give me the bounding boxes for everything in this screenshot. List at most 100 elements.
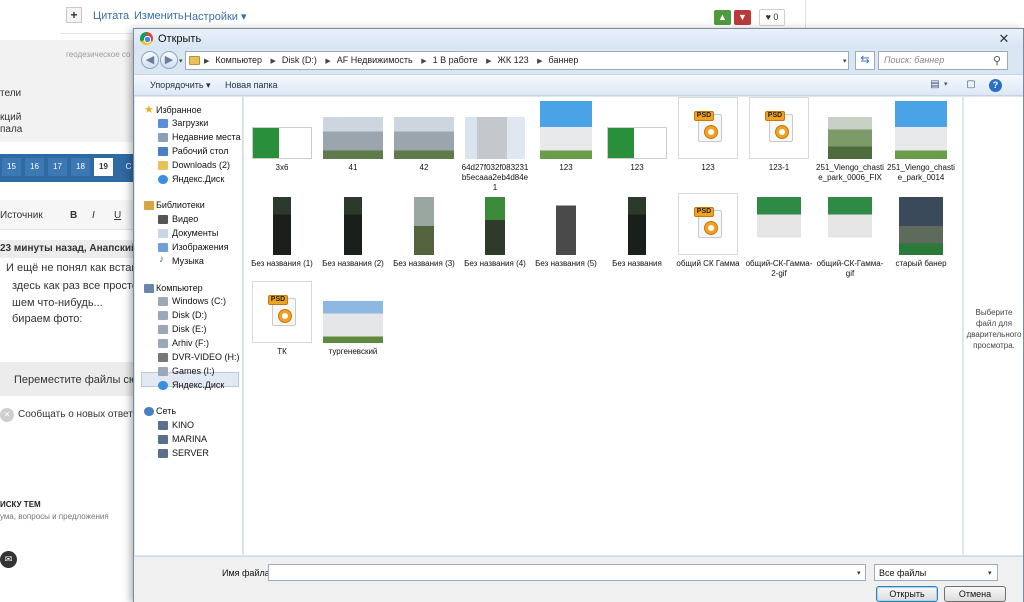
file-thumbnail	[556, 197, 576, 255]
help-icon[interactable]: ?	[989, 79, 1002, 92]
nav-network-header[interactable]: Сеть	[156, 406, 176, 416]
file-item[interactable]: PSD 123	[674, 97, 742, 187]
filename-input[interactable]: ▾	[268, 564, 866, 581]
preview-pane-icon[interactable]: ▢	[964, 79, 978, 91]
nav-favorites-header[interactable]: Избранное	[156, 105, 202, 115]
bold-button[interactable]: B	[70, 210, 77, 221]
edit-link[interactable]: Изменить	[134, 10, 184, 22]
nav-item-desktop[interactable]: Рабочий стол	[172, 146, 229, 156]
drive-icon	[158, 325, 168, 334]
source-button[interactable]: Источник	[0, 210, 43, 221]
file-item[interactable]: PSD 123-1	[745, 97, 813, 187]
file-item[interactable]: 123	[532, 97, 600, 187]
file-name: 64d27f032f083231b5ecaaa2eb4d84e1	[461, 163, 529, 192]
address-bar[interactable]: ▶ Компьютер ▶ Disk (D:) ▶ AF Недвижимость ▶…	[185, 51, 849, 70]
divider	[805, 0, 806, 30]
view-dropdown-icon[interactable]: ▾	[944, 80, 948, 88]
libraries-icon	[144, 201, 154, 210]
post-line: бираем фото:	[12, 313, 83, 325]
file-item[interactable]: общий-СК-Гамма-gif	[816, 193, 884, 283]
upvote-button[interactable]: ▲	[714, 10, 731, 25]
recent-places-icon	[158, 133, 168, 142]
refresh-icon[interactable]: ⇆	[855, 51, 875, 70]
filetype-select[interactable]: Все файлы ▾	[874, 564, 998, 581]
cancel-button[interactable]: Отмена	[944, 586, 1006, 602]
downvote-button[interactable]: ▼	[734, 10, 751, 25]
nav-item-downloads[interactable]: Загрузки	[172, 118, 208, 128]
file-item[interactable]: старый банер	[887, 193, 955, 283]
nav-item-yandex-disk[interactable]: Яндекс.Диск	[172, 174, 224, 184]
breadcrumb-item[interactable]: Компьютер	[215, 55, 262, 65]
notify-toggle[interactable]: ✕	[0, 408, 14, 422]
new-folder-button[interactable]: Новая папка	[225, 80, 277, 90]
file-name: 123	[701, 163, 715, 172]
nav-item-yandex-disk-2[interactable]: Яндекс.Диск	[172, 380, 224, 390]
organize-button[interactable]: Упорядочить ▾	[150, 80, 211, 91]
file-item[interactable]: 42	[390, 97, 458, 187]
nav-item-server[interactable]: SERVER	[172, 448, 209, 458]
file-item[interactable]: 251_Viengo_chastie_park_0014	[887, 97, 955, 187]
network-computer-icon	[158, 435, 168, 444]
quote-link[interactable]: Цитата	[93, 10, 129, 22]
breadcrumb-item[interactable]: AF Недвижимость	[337, 55, 413, 65]
forward-button[interactable]: ▶	[160, 51, 178, 69]
page-link-current[interactable]: 19	[94, 158, 113, 176]
history-dropdown-icon[interactable]: ▾	[179, 57, 183, 65]
open-button[interactable]: Открыть	[876, 586, 938, 602]
file-item[interactable]: Без названия (2)	[319, 193, 387, 283]
file-item[interactable]: тургеневский	[319, 281, 387, 371]
file-item[interactable]: Без названия (1)	[248, 193, 316, 283]
file-item[interactable]: Без названия (4)	[461, 193, 529, 283]
view-options-icon[interactable]: ▤	[928, 79, 942, 91]
nav-item-video[interactable]: Видео	[172, 214, 198, 224]
breadcrumb-item[interactable]: 1 В работе	[433, 55, 478, 65]
address-dropdown-icon[interactable]: ▾	[843, 57, 847, 65]
mail-icon[interactable]: ✉	[0, 551, 17, 568]
file-name: 251_Viengo_chastie_park_0006_FIX	[816, 163, 884, 182]
breadcrumb-item[interactable]: баннер	[549, 55, 579, 65]
file-item[interactable]: общий-СК-Гамма-2-gif	[745, 193, 813, 283]
file-name: 3x6	[275, 163, 289, 172]
file-item[interactable]: PSD общий СК Гамма	[674, 193, 742, 283]
breadcrumb-item[interactable]: Disk (D:)	[282, 55, 317, 65]
file-item[interactable]: 251_Viengo_chastie_park_0006_FIX	[816, 97, 884, 187]
nav-libraries-header[interactable]: Библиотеки	[156, 200, 205, 210]
italic-button[interactable]: I	[92, 210, 95, 221]
nav-item-documents[interactable]: Документы	[172, 228, 218, 238]
settings-link[interactable]: Настройки ▾	[184, 10, 247, 23]
nav-item-recent[interactable]: Недавние места	[172, 132, 241, 142]
nav-item-drive-f[interactable]: Arhiv (F:)	[172, 338, 209, 348]
file-item[interactable]: 64d27f032f083231b5ecaaa2eb4d84e1	[461, 97, 529, 192]
nav-item-drive-i[interactable]: Games (I:)	[172, 366, 215, 376]
file-item[interactable]: 123	[603, 97, 671, 187]
network-computer-icon	[158, 421, 168, 430]
nav-computer-header[interactable]: Компьютер	[156, 283, 203, 293]
page-link[interactable]: 18	[71, 158, 90, 176]
nav-item-drive-e[interactable]: Disk (E:)	[172, 324, 207, 334]
like-button[interactable]: ♥ 0	[759, 9, 785, 26]
filename-dropdown-icon[interactable]: ▾	[857, 569, 861, 577]
file-item[interactable]: PSD ТК	[248, 281, 316, 371]
nav-item-music[interactable]: Музыка	[172, 256, 204, 266]
page-link[interactable]: 17	[48, 158, 67, 176]
nav-item-marina[interactable]: MARINA	[172, 434, 207, 444]
file-item[interactable]: Без названия (5)	[532, 193, 600, 283]
back-button[interactable]: ◀	[141, 51, 159, 69]
close-icon[interactable]: ✕	[989, 31, 1019, 47]
file-item[interactable]: Без названия	[603, 193, 671, 283]
nav-item-drive-h[interactable]: DVR-VIDEO (H:)	[172, 352, 240, 362]
page-link[interactable]: 16	[25, 158, 44, 176]
file-item[interactable]: Без названия (3)	[390, 193, 458, 283]
breadcrumb-item[interactable]: ЖК 123	[498, 55, 529, 65]
add-button[interactable]: +	[66, 7, 82, 23]
underline-button[interactable]: U	[114, 210, 121, 221]
file-item[interactable]: 3x6	[248, 97, 316, 187]
file-item[interactable]: 41	[319, 97, 387, 187]
nav-item-downloads-2[interactable]: Downloads (2)	[172, 160, 230, 170]
nav-item-drive-d[interactable]: Disk (D:)	[172, 310, 207, 320]
nav-item-drive-c[interactable]: Windows (C:)	[172, 296, 226, 306]
nav-item-kino[interactable]: KINO	[172, 420, 194, 430]
page-link[interactable]: 15	[2, 158, 21, 176]
nav-item-pictures[interactable]: Изображения	[172, 242, 229, 252]
search-input[interactable]: Поиск: баннер ⚲	[878, 51, 1008, 70]
